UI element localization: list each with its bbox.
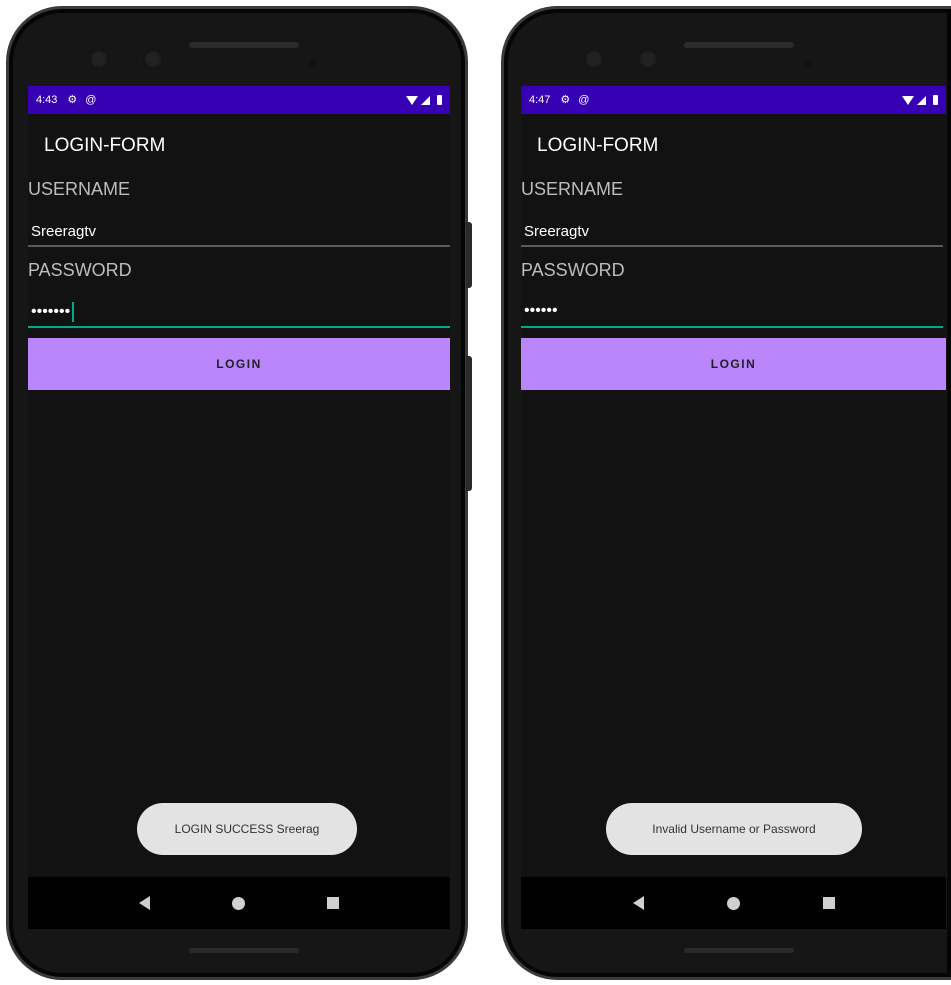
field-underline — [28, 245, 450, 247]
username-label: USERNAME — [28, 179, 131, 199]
proximity-sensor — [804, 59, 812, 67]
screen: 4:43 ⚙ @ LOGIN-FORM USERNAME Sreeragtv P… — [28, 86, 450, 929]
gear-icon: ⚙ — [560, 93, 571, 106]
login-button[interactable]: LOGIN — [521, 338, 946, 390]
password-label: PASSWORD — [521, 260, 625, 280]
proximity-sensor — [309, 59, 317, 67]
earpiece-speaker — [189, 42, 299, 48]
status-bar: 4:47 ⚙ @ — [521, 86, 946, 114]
battery-icon — [933, 95, 938, 105]
back-icon[interactable] — [632, 896, 644, 910]
bottom-bezel-slot — [189, 948, 299, 953]
front-camera — [89, 49, 109, 69]
password-value: ••••••• — [31, 303, 71, 321]
volume-button — [466, 356, 472, 491]
field-underline — [521, 326, 943, 328]
login-button[interactable]: LOGIN — [28, 338, 450, 390]
status-time: 4:43 — [36, 94, 58, 106]
text-cursor — [72, 302, 75, 322]
phone-left: 4:43 ⚙ @ LOGIN-FORM USERNAME Sreeragtv P… — [6, 6, 468, 980]
password-label: PASSWORD — [28, 260, 132, 280]
battery-icon — [437, 95, 442, 105]
toast-message: Invalid Username or Password — [606, 803, 862, 855]
toast-message: LOGIN SUCCESS Sreerag — [137, 803, 357, 855]
wifi-icon — [406, 95, 418, 105]
username-field[interactable]: Sreeragtv — [521, 219, 943, 247]
navigation-bar — [521, 877, 946, 929]
screen: 4:47 ⚙ @ LOGIN-FORM USERNAME Sreeragtv P… — [521, 86, 946, 929]
back-icon[interactable] — [139, 896, 150, 910]
username-value: Sreeragtv — [524, 223, 590, 240]
recents-icon[interactable] — [822, 897, 835, 909]
navigation-bar — [28, 877, 450, 929]
status-time: 4:47 — [529, 94, 551, 106]
front-camera — [584, 49, 604, 69]
password-value: •••••• — [524, 302, 558, 319]
password-field[interactable]: •••••• — [521, 300, 943, 328]
at-sign-icon: @ — [85, 93, 97, 106]
field-underline — [28, 326, 450, 328]
power-button — [466, 222, 472, 288]
front-camera — [143, 49, 163, 69]
username-label: USERNAME — [521, 179, 624, 199]
username-field[interactable]: Sreeragtv — [28, 219, 450, 247]
front-camera — [638, 49, 658, 69]
password-field[interactable]: ••••••• — [28, 300, 450, 328]
recents-icon[interactable] — [327, 897, 339, 909]
field-underline — [521, 245, 943, 247]
app-title: LOGIN-FORM — [44, 135, 166, 156]
username-value: Sreeragtv — [31, 223, 97, 240]
bottom-bezel-slot — [684, 948, 794, 953]
signal-icon — [421, 95, 430, 105]
gear-icon: ⚙ — [67, 93, 78, 106]
signal-icon — [917, 95, 926, 105]
earpiece-speaker — [684, 42, 794, 48]
app-title: LOGIN-FORM — [537, 135, 659, 156]
status-bar: 4:43 ⚙ @ — [28, 86, 450, 114]
at-sign-icon: @ — [578, 93, 590, 106]
home-icon[interactable] — [726, 896, 740, 910]
phone-right: 4:47 ⚙ @ LOGIN-FORM USERNAME Sreeragtv P… — [501, 6, 951, 980]
home-icon[interactable] — [232, 896, 245, 910]
wifi-icon — [902, 95, 914, 105]
